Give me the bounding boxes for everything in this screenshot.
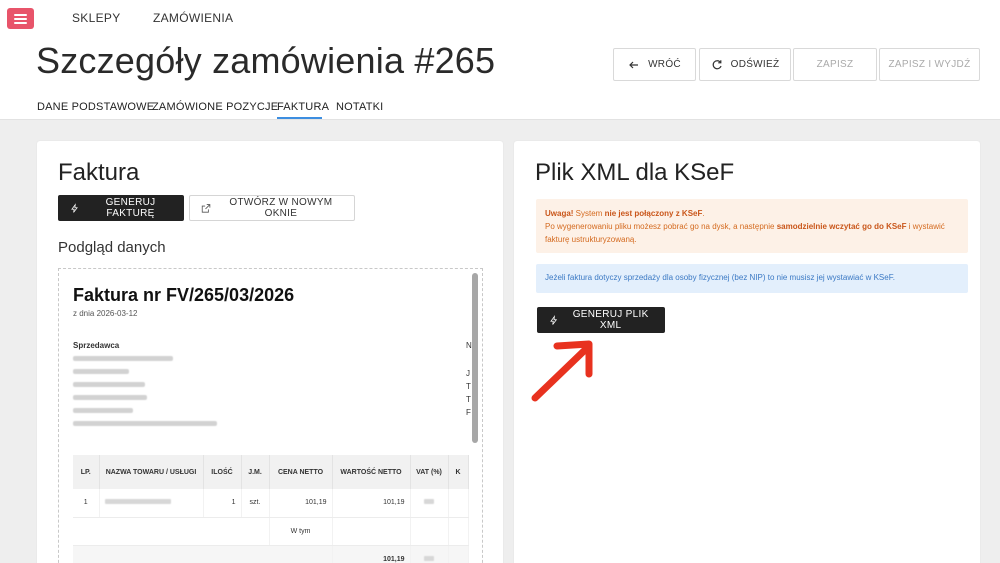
warning-text: . [702,209,705,218]
page-title: Szczegóły zamówienia #265 [36,40,496,81]
col-unit: J.M. [241,455,270,489]
menu-icon[interactable] [7,8,34,29]
invoice-card-title: Faktura [58,159,140,186]
generate-invoice-button[interactable]: GENERUJ FAKTURĘ [58,195,184,221]
invoice-number: Faktura nr FV/265/03/2026 [73,285,295,305]
invoice-card: Faktura GENERUJ FAKTURĘ OTWÓRZ W NOWYM O… [37,141,503,563]
info-alert: Jeżeli faktura dotyczy sprzedaży dla oso… [536,264,968,293]
generate-xml-label: GENERUJ PLIK XML [572,309,649,331]
save-quit-button[interactable]: ZAPISZ I WYJDŹ [879,48,980,81]
cell-vat [410,545,449,563]
open-new-window-label: OTWÓRZ W NOWYM OKNIE [229,197,333,219]
preview-scrollbar[interactable] [472,273,478,443]
back-button[interactable]: WRÓĆ [613,48,696,81]
col-name: NAZWA TOWARU / USŁUGI [99,455,204,489]
warning-text: System [573,209,605,218]
buyer-line-fragment: T [466,395,471,404]
tab-notes[interactable]: NOTATKI [336,101,383,113]
cell-unit: szt. [241,489,270,518]
cell-vat [410,489,449,518]
buyer-line-fragment: J [466,369,470,378]
external-link-icon [201,203,211,213]
app-header: SKLEPY ZAMÓWIENIA Szczegóły zamówienia #… [0,0,1000,120]
blurred-seller-line [73,395,147,400]
tab-basic-data[interactable]: DANE PODSTAWOWE [37,101,154,113]
blurred-seller-name [73,356,173,361]
arrow-left-icon [629,61,639,68]
invoice-date: z dnia 2026-03-12 [73,309,138,318]
generate-invoice-label: GENERUJ FAKTURĘ [105,197,156,219]
cell-value: 101,19 [332,489,411,518]
back-label: WRÓĆ [648,59,681,70]
cell-subtotal-label: W tym [269,517,333,546]
save-quit-label: ZAPISZ I WYJDŹ [888,59,971,70]
table-row: 101,19 [73,545,469,563]
blurred-seller-line [73,421,217,426]
ksef-card-title: Plik XML dla KSeF [535,159,735,186]
active-tab-indicator [277,117,322,119]
cell-name [99,489,204,518]
col-value: WARTOŚĆ NETTO [332,455,411,489]
blurred-seller-line [73,408,133,413]
tab-invoice[interactable]: FAKTURA [277,101,329,113]
nav-shops[interactable]: SKLEPY [72,11,121,25]
cell-empty [410,517,449,546]
seller-label: Sprzedawca [73,341,120,350]
table-row: W tym [73,517,469,546]
table-header-row: LP. NAZWA TOWARU / USŁUGI ILOŚĆ J.M. CEN… [73,455,469,489]
warning-bold: nie jest połączony z KSeF [604,209,703,218]
col-extra: K [448,455,469,489]
cell-extra [448,545,469,563]
col-lp: LP. [73,455,100,489]
bolt-icon [71,202,78,213]
buyer-line-fragment: F [466,408,471,417]
buyer-heading-fragment: N [466,341,472,350]
cell-extra [448,489,469,518]
table-row: 1 1 szt. 101,19 101,19 [73,489,469,518]
cell-empty [332,517,411,546]
invoice-preview[interactable]: Faktura nr FV/265/03/2026 z dnia 2026-03… [58,268,483,563]
cell-qty: 1 [203,489,242,518]
cell-lp: 1 [73,489,100,518]
invoice-items-table: LP. NAZWA TOWARU / USŁUGI ILOŚĆ J.M. CEN… [73,455,469,563]
bolt-icon [550,314,558,325]
cell-empty [73,545,333,563]
cell-empty [73,517,270,546]
col-vat: VAT (%) [410,455,449,489]
arrow-annotation-icon [531,340,593,402]
warning-text: Po wygenerowaniu pliku możesz pobrać go … [545,222,777,231]
cell-total: 101,19 [332,545,411,563]
refresh-button[interactable]: ODŚWIEŻ [699,48,791,81]
cell-price: 101,19 [269,489,333,518]
refresh-icon [712,59,722,69]
generate-xml-button[interactable]: GENERUJ PLIK XML [537,307,665,333]
refresh-label: ODŚWIEŻ [730,59,780,70]
blurred-seller-line [73,382,145,387]
save-label: ZAPISZ [816,59,854,70]
nav-orders[interactable]: ZAMÓWIENIA [153,11,233,25]
col-qty: ILOŚĆ [203,455,242,489]
warning-bold: samodzielnie wczytać go do KSeF [776,222,907,231]
open-new-window-button[interactable]: OTWÓRZ W NOWYM OKNIE [189,195,355,221]
save-button[interactable]: ZAPISZ [793,48,877,81]
col-price: CENA NETTO [269,455,333,489]
warning-alert: Uwaga! System nie jest połączony z KSeF.… [536,199,968,253]
cell-empty [448,517,469,546]
blurred-seller-line [73,369,129,374]
tab-ordered-items[interactable]: ZAMÓWIONE POZYCJE [152,101,278,113]
warning-prefix: Uwaga! [545,209,574,218]
buyer-line-fragment: T [466,382,471,391]
preview-label: Podgląd danych [58,239,166,256]
